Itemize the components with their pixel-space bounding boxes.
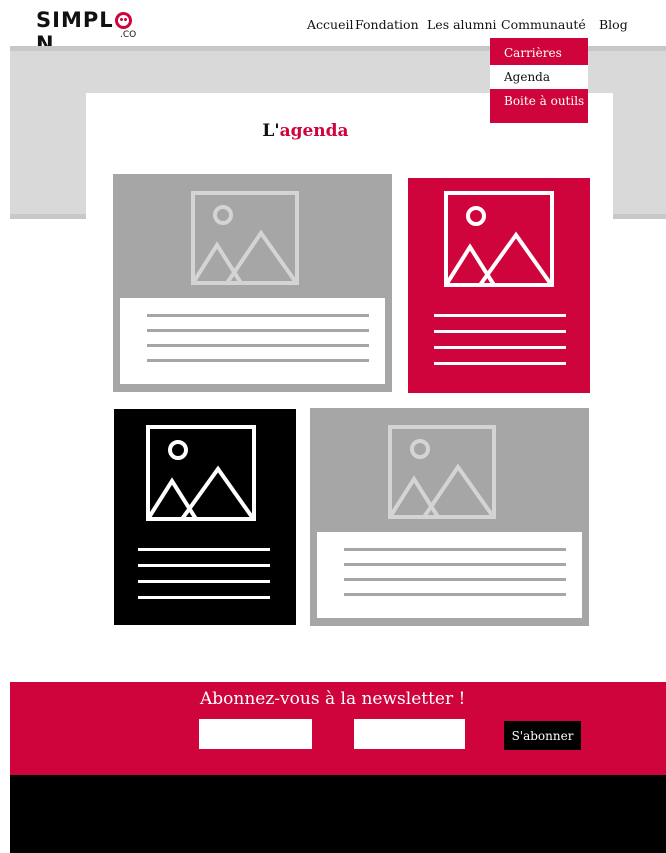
image-placeholder-icon (146, 425, 256, 521)
image-placeholder-icon (191, 191, 299, 285)
communaute-dropdown: Carrières Agenda Boite à outils (490, 38, 588, 123)
logo-o-icon (114, 12, 132, 29)
text-line (147, 344, 369, 347)
text-line (147, 314, 369, 317)
footer (10, 775, 666, 853)
agenda-card-1[interactable] (113, 174, 392, 392)
card-text-area (317, 532, 582, 618)
agenda-card-4[interactable] (310, 408, 589, 626)
nav-les-alumni[interactable]: Les alumni (427, 17, 497, 32)
text-line (344, 548, 566, 551)
image-placeholder-icon (388, 425, 496, 519)
text-line (344, 578, 566, 581)
text-line (147, 329, 369, 332)
logo-suffix: .CO (120, 30, 137, 40)
text-line (138, 596, 270, 599)
text-line (434, 346, 566, 349)
newsletter-input-2[interactable] (354, 719, 465, 749)
image-placeholder-icon (444, 191, 554, 287)
simplon-logo[interactable]: SIMPLN .CO (36, 8, 146, 56)
nav-accueil[interactable]: Accueil (307, 17, 353, 32)
nav-communaute[interactable]: Communauté (501, 17, 586, 32)
text-line (138, 548, 270, 551)
nav-blog[interactable]: Blog (599, 17, 628, 32)
dropdown-item-carrieres[interactable]: Carrières (490, 41, 588, 65)
section-title-prefix: L' (262, 121, 280, 141)
text-line (344, 593, 566, 596)
section-title-accent: agenda (279, 121, 349, 141)
text-line (344, 563, 566, 566)
logo-text-start: SIMPL (36, 8, 114, 32)
newsletter-section: Abonnez-vous à la newsletter ! S'abonner (10, 682, 666, 775)
agenda-card-3[interactable] (114, 409, 296, 625)
dropdown-item-agenda[interactable]: Agenda (490, 65, 588, 89)
text-line (434, 362, 566, 365)
card-text-area (120, 298, 385, 384)
dropdown-item-boite-a-outils[interactable]: Boite à outils (490, 89, 588, 113)
newsletter-input-1[interactable] (199, 719, 312, 749)
text-line (138, 580, 270, 583)
nav-fondation[interactable]: Fondation (355, 17, 419, 32)
text-line (147, 359, 369, 362)
agenda-card-2[interactable] (408, 178, 590, 393)
newsletter-title: Abonnez-vous à la newsletter ! (200, 689, 466, 709)
text-line (434, 330, 566, 333)
text-line (138, 564, 270, 567)
subscribe-button[interactable]: S'abonner (504, 721, 581, 750)
text-line (434, 314, 566, 317)
section-title: L'agenda (0, 121, 611, 141)
